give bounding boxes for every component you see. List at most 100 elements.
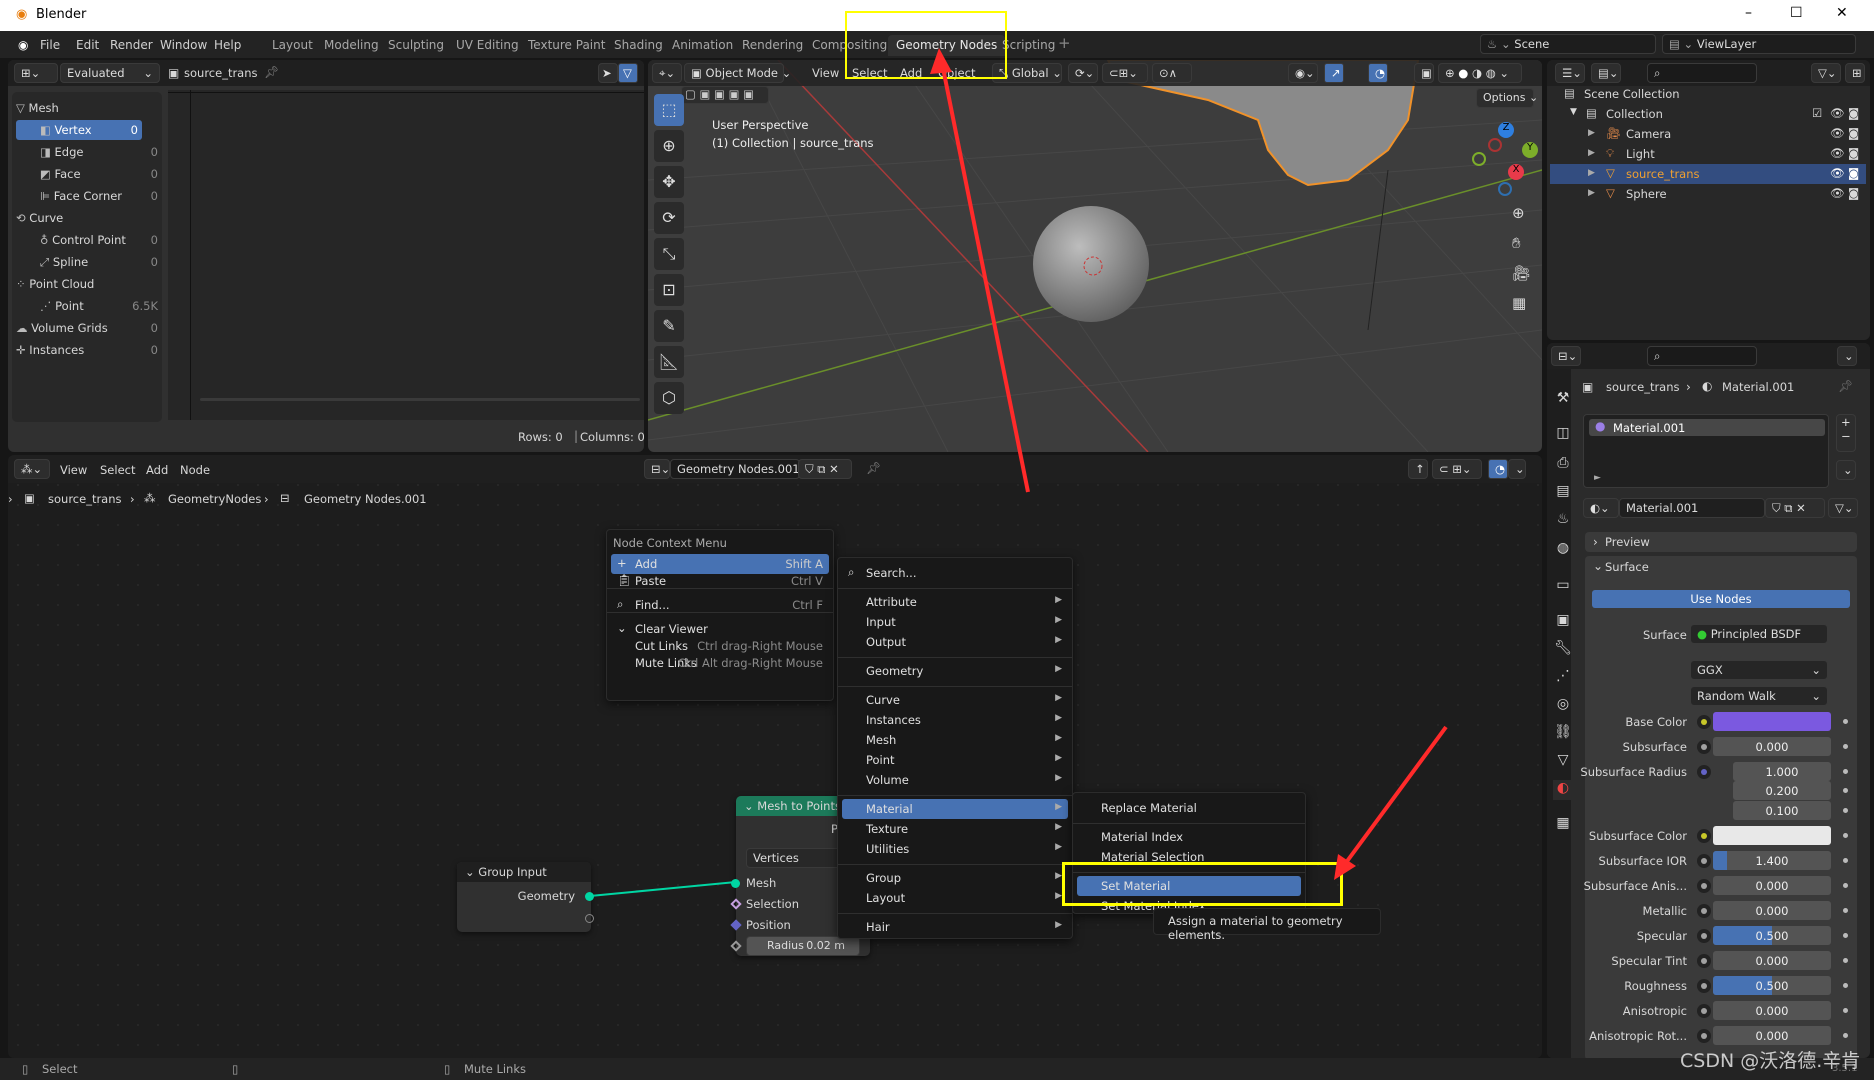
- visibility-icon[interactable]: ◉⌄: [1288, 63, 1318, 83]
- ortho-grid-icon[interactable]: ▦: [1512, 294, 1526, 312]
- menu-file[interactable]: File: [40, 38, 60, 52]
- keyframe-dot-icon[interactable]: [1843, 858, 1848, 863]
- dataset-item[interactable]: ✛ Instances 0: [12, 340, 162, 360]
- socket-icon[interactable]: [1697, 954, 1711, 968]
- value-field[interactable]: 0.200: [1733, 781, 1831, 800]
- view-menu[interactable]: View: [812, 66, 839, 80]
- socket-icon[interactable]: [1697, 740, 1711, 754]
- display-mode-dropdown[interactable]: Evaluated ⌄: [60, 63, 160, 83]
- value-field[interactable]: 0.000: [1713, 876, 1831, 895]
- outliner-search-input[interactable]: ⌕: [1647, 63, 1757, 83]
- add-menu-item-utilities[interactable]: Utilities ▶: [842, 839, 1068, 859]
- socket-icon[interactable]: [1697, 829, 1711, 843]
- properties-tab-output-icon[interactable]: ⎙: [1553, 455, 1573, 475]
- camera-render-icon[interactable]: ◙: [1848, 126, 1859, 140]
- add-menu-item-input[interactable]: Input ▶: [842, 612, 1068, 632]
- distribution-dropdown[interactable]: GGX ⌄: [1690, 660, 1828, 680]
- value-field[interactable]: 1.400: [1713, 851, 1831, 870]
- workspace-tab-sculpting[interactable]: Sculpting: [380, 35, 452, 56]
- dataset-item[interactable]: ▽ Mesh: [12, 98, 162, 118]
- shading-modes[interactable]: ⊕ ● ◑ ◍ ⌄: [1438, 63, 1522, 83]
- socket-icon[interactable]: [1697, 979, 1711, 993]
- dataset-item[interactable]: ◧ Vertex 0: [16, 120, 142, 140]
- outliner-object[interactable]: ▶ ▽ source_trans 👁︎ ◙: [1550, 164, 1866, 184]
- rotate-icon[interactable]: ⟳: [654, 202, 684, 234]
- material-name-field[interactable]: Material.001: [1619, 498, 1765, 518]
- value-field[interactable]: 0.500: [1713, 926, 1831, 945]
- xray-icon[interactable]: ▣: [1414, 63, 1434, 83]
- filter-icon[interactable]: ▽⌄: [1811, 63, 1841, 83]
- editor-type-icon[interactable]: ⊞⌄: [14, 63, 58, 83]
- properties-tab-collection-icon[interactable]: ▭: [1553, 577, 1573, 597]
- add-menu-item-mesh[interactable]: Mesh ▶: [842, 730, 1068, 750]
- select-box-icon[interactable]: ⬚: [654, 94, 684, 126]
- outliner-scene-collection[interactable]: ▤ Scene Collection: [1550, 84, 1866, 104]
- view-menu[interactable]: View: [60, 463, 87, 477]
- overlay-toggle-icon[interactable]: ◔: [1488, 459, 1508, 479]
- parent-tree-icon[interactable]: ↑: [1408, 459, 1428, 479]
- add-menu-item-volume[interactable]: Volume ▶: [842, 770, 1068, 790]
- selected-only-icon[interactable]: ➤: [598, 63, 618, 83]
- node-menu[interactable]: Node: [180, 463, 210, 477]
- eye-icon[interactable]: 👁︎: [1830, 146, 1845, 160]
- subsurface-method-dropdown[interactable]: Random Walk ⌄: [1690, 686, 1828, 706]
- camera-render-icon[interactable]: ◙: [1848, 186, 1859, 200]
- selection-mode-buttons[interactable]: ▢ ▣ ▣ ▣ ▣: [681, 86, 769, 104]
- surface-panel-label[interactable]: Surface: [1605, 560, 1649, 574]
- eye-icon[interactable]: 👁︎: [1830, 106, 1845, 120]
- dataset-item[interactable]: ☁ Volume Grids 0: [12, 318, 162, 338]
- 3d-viewport[interactable]: ⌖⌄ ▣ Object Mode ⌄ View Select Add Objec…: [648, 60, 1542, 452]
- add-remove-slot-buttons[interactable]: + −: [1836, 414, 1856, 452]
- dataset-item[interactable]: ◩ Face 0: [12, 164, 162, 184]
- workspace-tab-rendering[interactable]: Rendering: [734, 35, 811, 56]
- pin-icon[interactable]: 📌︎: [1838, 379, 1853, 393]
- workspace-tab-texture-paint[interactable]: Texture Paint: [520, 35, 613, 56]
- add-menu[interactable]: Add: [146, 463, 168, 477]
- workspace-tab-uv-editing[interactable]: UV Editing: [448, 35, 527, 56]
- mesh-socket[interactable]: [731, 879, 740, 888]
- outliner-object[interactable]: ▶ 🎥︎ Camera 👁︎ ◙: [1550, 124, 1866, 144]
- dataset-item[interactable]: ◨ Edge 0: [12, 142, 162, 162]
- use-nodes-button[interactable]: Use Nodes: [1592, 590, 1850, 608]
- properties-tab-object-icon[interactable]: ▣: [1553, 612, 1573, 632]
- cursor-icon[interactable]: ⊕: [654, 130, 684, 162]
- checkbox-icon[interactable]: ☑: [1812, 106, 1822, 120]
- overlay-dropdown-icon[interactable]: ⌄: [1508, 459, 1526, 479]
- view-layer-selector[interactable]: ▤ ⌄ ViewLayer: [1662, 34, 1856, 54]
- pivot-icon[interactable]: ⟳⌄: [1068, 63, 1098, 83]
- close-window-button[interactable]: ✕: [1836, 5, 1848, 21]
- add-menu-item-output[interactable]: Output ▶: [842, 632, 1068, 652]
- minimize-button[interactable]: –: [1745, 5, 1752, 21]
- camera-render-icon[interactable]: ◙: [1848, 106, 1859, 120]
- add-menu-item-geometry[interactable]: Geometry ▶: [842, 661, 1068, 681]
- value-field[interactable]: 0.000: [1713, 1026, 1831, 1045]
- options-icon[interactable]: ⌄: [1837, 346, 1857, 366]
- camera-render-icon[interactable]: ◙: [1848, 146, 1859, 160]
- socket-icon[interactable]: [1697, 1004, 1711, 1018]
- add-menu-item-point[interactable]: Point ▶: [842, 750, 1068, 770]
- workspace-tab-layout[interactable]: Layout: [264, 35, 321, 56]
- pin-icon[interactable]: 📌︎: [866, 461, 881, 475]
- expand-icon[interactable]: ►: [1594, 473, 1601, 483]
- proportional-edit-icon[interactable]: ⊙∧: [1152, 63, 1192, 83]
- keyframe-dot-icon[interactable]: [1843, 883, 1848, 888]
- measure-icon[interactable]: 📐︎: [654, 346, 684, 378]
- add-menu-item-material[interactable]: Material ▶: [842, 799, 1068, 819]
- dataset-item[interactable]: ⋰ Point 6.5K: [12, 296, 162, 316]
- socket-icon[interactable]: [1697, 879, 1711, 893]
- node-tree-name-field[interactable]: Geometry Nodes.001: [670, 459, 800, 479]
- keyframe-dot-icon[interactable]: [1843, 788, 1848, 793]
- view-layer-icon[interactable]: ▤⌄: [1591, 63, 1621, 83]
- move-icon[interactable]: ✥: [654, 166, 684, 198]
- outliner-collection[interactable]: ▼ ▤ Collection ☑ 👁︎ ◙: [1550, 104, 1866, 124]
- context-menu-item[interactable]: Mute Links Ctrl Alt drag-Right Mouse: [611, 653, 829, 673]
- eye-icon[interactable]: 👁︎: [1830, 126, 1845, 140]
- properties-tab-world-icon[interactable]: ◍: [1553, 540, 1573, 560]
- editor-type-icon[interactable]: ⌖⌄: [652, 63, 682, 83]
- editor-type-icon[interactable]: ⊟⌄: [1551, 346, 1581, 366]
- node-header[interactable]: ⌄ Group Input: [457, 862, 591, 882]
- menu-edit[interactable]: Edit: [76, 38, 99, 52]
- material-actions[interactable]: ⛉ ⧉ ✕: [1765, 498, 1825, 518]
- properties-tab-tool-icon[interactable]: ⚒: [1553, 390, 1573, 410]
- gizmo-y[interactable]: Y: [1522, 142, 1538, 158]
